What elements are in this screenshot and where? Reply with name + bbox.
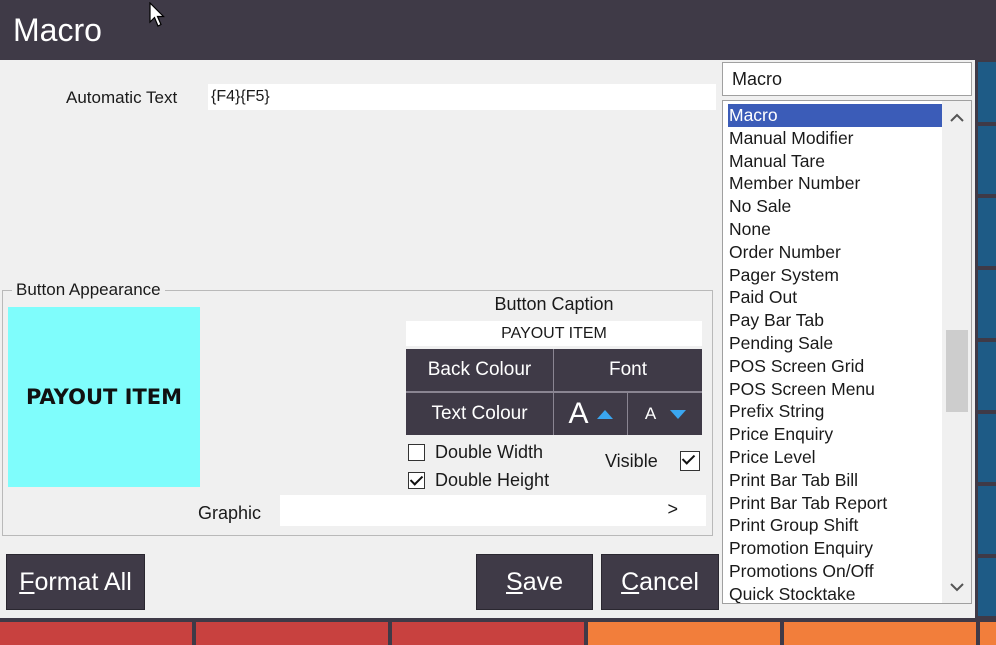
double-height-label: Double Height — [435, 470, 550, 490]
list-item[interactable]: Member Number — [728, 172, 943, 195]
function-list[interactable]: Macro Manual Modifier Manual Tare Member Nu… — [722, 100, 972, 604]
list-item[interactable]: Price Level — [728, 446, 943, 469]
list-item[interactable]: Promotions On/Off — [728, 560, 943, 583]
checkbox-box[interactable] — [408, 472, 425, 489]
button-preview-text: PAYOUT ITEM — [25, 385, 183, 409]
grid-divider — [406, 391, 702, 393]
checkbox-box[interactable] — [408, 444, 425, 461]
background-button — [978, 270, 996, 338]
automatic-text-label: Automatic Text — [66, 88, 178, 107]
visible-label: Visible — [605, 451, 658, 471]
list-item[interactable]: Paid Out — [728, 286, 943, 309]
list-item[interactable]: Macro — [728, 104, 943, 127]
chevron-up-icon[interactable] — [942, 105, 971, 129]
font-size-decrease-button[interactable]: A — [629, 393, 702, 435]
format-all-label: ormat All — [34, 567, 132, 596]
list-scrollbar[interactable] — [942, 101, 971, 603]
font-size-increase-button[interactable]: A — [554, 393, 627, 435]
button-caption-label: Button Caption — [494, 294, 614, 314]
automatic-text-input[interactable]: {F4}{F5} — [208, 84, 716, 110]
double-width-label: Double Width — [435, 442, 544, 462]
list-item[interactable]: Print Group Shift — [728, 514, 943, 537]
arrow-up-icon — [596, 409, 613, 419]
mnemonic: S — [506, 567, 523, 596]
save-label: ave — [522, 567, 563, 596]
list-item[interactable]: POS Screen Menu — [728, 378, 943, 401]
background-button — [978, 486, 996, 554]
window-title: Macro — [13, 12, 102, 48]
background-tile — [588, 622, 780, 645]
save-button[interactable]: Save — [476, 554, 593, 610]
list-item[interactable]: Prefix String — [728, 400, 943, 423]
checkbox-box[interactable] — [680, 451, 700, 471]
text-colour-button[interactable]: Text Colour — [406, 393, 553, 435]
format-all-button[interactable]: Format All — [6, 554, 145, 610]
mnemonic: C — [621, 567, 640, 596]
back-colour-button[interactable]: Back Colour — [406, 349, 553, 391]
visible-checkbox[interactable] — [680, 451, 700, 471]
function-search-input[interactable]: Macro — [722, 62, 972, 96]
small-a-glyph: A — [644, 404, 657, 423]
list-item[interactable]: None — [728, 218, 943, 241]
double-height-checkbox[interactable]: Double Height — [408, 470, 549, 491]
double-width-checkbox[interactable]: Double Width — [408, 442, 543, 463]
graphic-label: Graphic — [198, 503, 262, 523]
background-tile — [784, 622, 976, 645]
button-appearance-legend: Button Appearance — [12, 280, 165, 300]
list-item[interactable]: Order Number — [728, 241, 943, 264]
cancel-label: ancel — [639, 567, 699, 596]
list-item[interactable]: POS Screen Grid — [728, 355, 943, 378]
list-item[interactable]: Manual Modifier — [728, 127, 943, 150]
arrow-down-icon — [670, 409, 687, 419]
list-item[interactable]: Price Enquiry — [728, 423, 943, 446]
background-tile — [392, 622, 584, 645]
background-tile — [196, 622, 388, 645]
background-button — [978, 414, 996, 482]
scroll-thumb[interactable] — [946, 330, 968, 412]
graphic-input[interactable]: > — [280, 495, 706, 526]
appearance-button-grid: Back Colour Font Text Colour A A — [406, 349, 702, 435]
background-button — [978, 342, 996, 410]
background-tile — [980, 622, 996, 645]
list-item[interactable]: No Sale — [728, 195, 943, 218]
mouse-cursor-icon — [149, 2, 165, 27]
list-item[interactable]: Pay Bar Tab — [728, 309, 943, 332]
grid-divider — [627, 393, 628, 435]
background-button — [978, 558, 996, 616]
list-item[interactable]: Promotion Enquiry — [728, 537, 943, 560]
browse-arrow-icon[interactable]: > — [667, 499, 678, 520]
background-button — [978, 126, 996, 194]
large-a-glyph: A — [568, 397, 589, 430]
list-item[interactable]: Print Bar Tab Bill — [728, 469, 943, 492]
background-button — [978, 198, 996, 266]
background-button — [978, 62, 996, 122]
mnemonic: F — [19, 567, 35, 596]
font-button[interactable]: Font — [554, 349, 702, 391]
list-item[interactable]: Print Bar Tab Report — [728, 492, 943, 515]
background-tile — [0, 622, 192, 645]
list-item[interactable]: Pending Sale — [728, 332, 943, 355]
chevron-down-icon[interactable] — [942, 575, 971, 599]
list-item[interactable]: Manual Tare — [728, 150, 943, 173]
button-caption-input[interactable]: PAYOUT ITEM — [406, 321, 702, 346]
title-bar: Macro — [0, 0, 996, 60]
list-item[interactable]: Quick Stocktake — [728, 583, 943, 603]
button-preview: PAYOUT ITEM — [8, 307, 200, 487]
list-item[interactable]: Pager System — [728, 264, 943, 287]
cancel-button[interactable]: Cancel — [601, 554, 719, 610]
